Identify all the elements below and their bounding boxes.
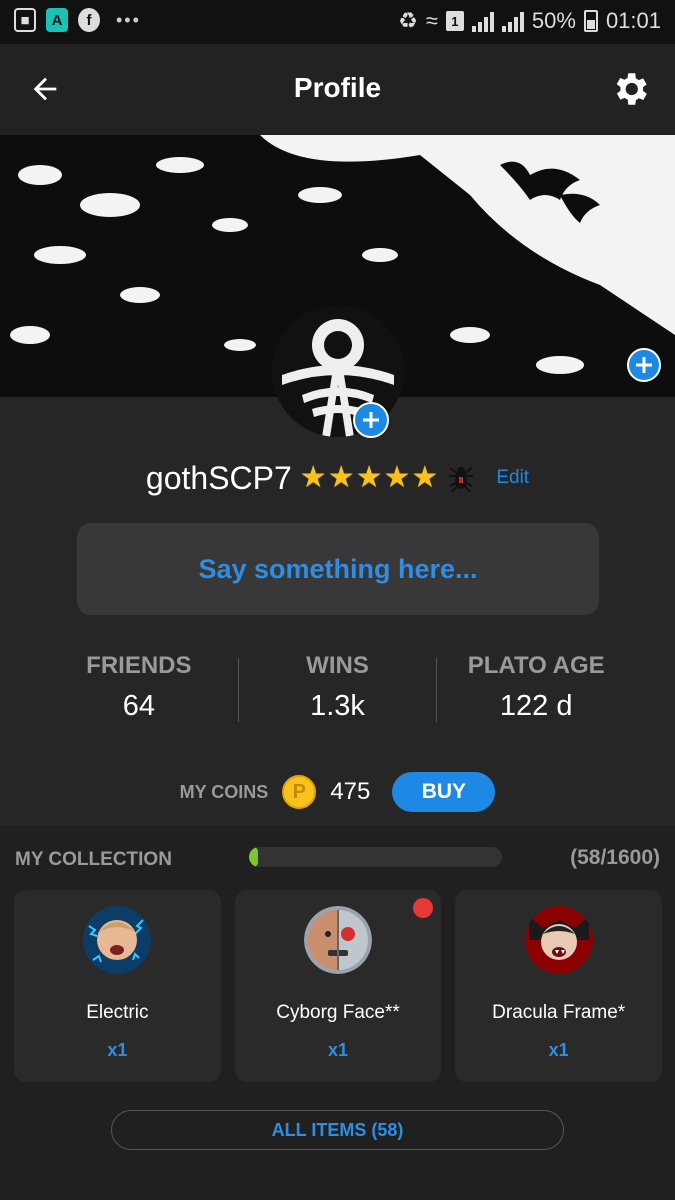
collection-item-qty: x1 (327, 1040, 349, 1060)
stat-value: 1.3k (310, 690, 365, 722)
stat-friends[interactable]: FRIENDS 64 (40, 652, 238, 732)
coins-value: 475 (330, 778, 371, 805)
box-app-icon: ■ (14, 8, 36, 32)
star-icon: ★ (327, 461, 355, 494)
collection-item-cyborg-face[interactable]: Cyborg Face** x1 (234, 890, 442, 1082)
stat-label: WINS (306, 652, 369, 679)
battery-saver-icon: ♻ (398, 8, 418, 33)
collection-item-electric[interactable]: Electric x1 (14, 890, 221, 1082)
star-icon: ★ (355, 461, 383, 494)
stat-wins[interactable]: WINS 1.3k (239, 652, 437, 732)
facebook-icon: f (78, 8, 100, 32)
add-avatar-button[interactable] (353, 402, 389, 438)
collection-item-name: Electric (86, 1002, 149, 1023)
sim-icon: 1 (445, 11, 464, 31)
signal-icon-2 (501, 10, 524, 32)
collection-progress-fill (249, 847, 259, 867)
bio-placeholder: Say something here... (198, 553, 478, 584)
dracula-face-icon (524, 906, 593, 974)
collection-cards: Electric x1 Cyborg Face** x1 Dracula Fra… (14, 890, 663, 1082)
stats-row: FRIENDS 64 WINS 1.3k PLATO AGE 122 d (40, 652, 635, 732)
add-cover-button[interactable] (627, 348, 661, 382)
collection-count: (58/1600) (570, 846, 660, 869)
stat-label: PLATO AGE (467, 652, 605, 679)
star-icon: ★ (411, 461, 439, 494)
page-title: Profile (293, 72, 382, 103)
gear-icon (616, 73, 647, 105)
collection-item-name: Dracula Frame* (492, 1002, 626, 1023)
collection-item-qty: x1 (548, 1040, 569, 1060)
collection-item-qty: x1 (107, 1040, 128, 1060)
clock: 01:01 (605, 8, 661, 33)
wifi-icon: ≈ (425, 8, 438, 33)
spider-badge-icon (448, 462, 474, 494)
plus-icon (363, 412, 379, 428)
bio-field[interactable]: Say something here... (77, 523, 599, 615)
buy-coins-button[interactable]: BUY (392, 772, 496, 812)
stat-plato-age: PLATO AGE 122 d (437, 652, 635, 732)
signal-icon-1 (471, 10, 494, 32)
edit-profile-link[interactable]: Edit (496, 467, 529, 489)
stat-value: 122 d (499, 690, 573, 722)
username: gothSCP7 (145, 459, 292, 496)
plus-icon (636, 357, 652, 373)
status-bar: ■ A f ••• ♻ ≈ 1 50% 01:01 (0, 0, 675, 44)
coin-icon: P (282, 775, 317, 809)
new-badge (413, 898, 434, 918)
collection-item-dracula-frame[interactable]: Dracula Frame* x1 (455, 890, 663, 1082)
electric-face-icon (83, 906, 152, 974)
star-icon: ★ (383, 461, 411, 494)
battery-icon (583, 10, 598, 32)
settings-button[interactable] (607, 66, 653, 112)
collection-title: MY COLLECTION (15, 849, 172, 870)
all-items-button[interactable]: ALL ITEMS (58) (111, 1110, 564, 1150)
a-app-icon: A (46, 8, 68, 32)
stat-label: FRIENDS (86, 652, 192, 679)
collection-section: MY COLLECTION (58/1600) Electric x1 Cybo… (0, 826, 675, 1200)
rating-stars: ★ ★ ★ ★ ★ (300, 463, 439, 493)
collection-item-name: Cyborg Face** (276, 1002, 400, 1023)
cyborg-face-icon (304, 906, 372, 974)
collection-progress-bar (249, 847, 502, 867)
coins-row: MY COINS P 475 BUY (0, 772, 675, 812)
stat-value: 64 (122, 690, 155, 722)
coins-label: MY COINS (179, 781, 269, 802)
app-bar: Profile (0, 44, 675, 135)
star-icon: ★ (299, 461, 327, 494)
more-notifications-icon: ••• (116, 9, 141, 30)
name-row: gothSCP7 ★ ★ ★ ★ ★ Edit (0, 455, 675, 501)
battery-percent: 50% (531, 8, 576, 33)
